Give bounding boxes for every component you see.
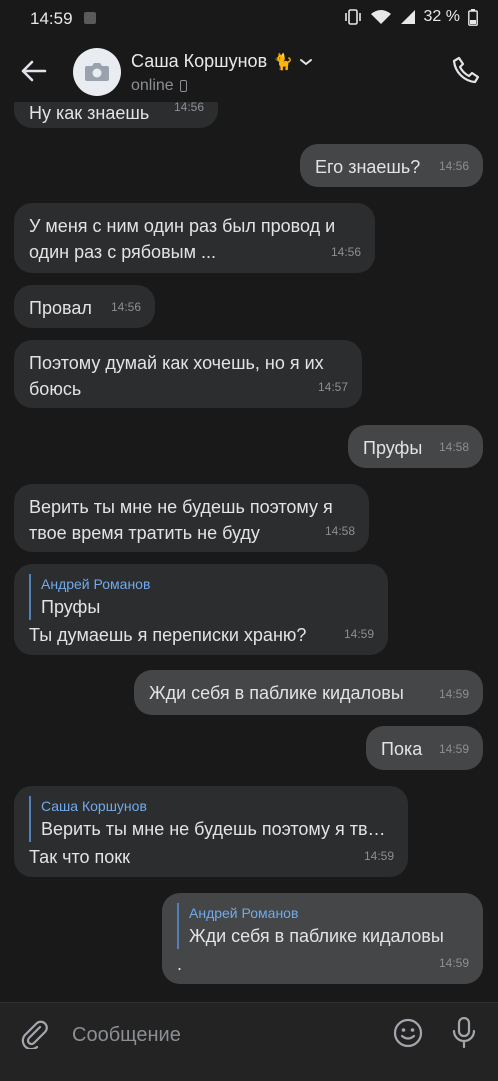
reply-quote[interactable]: Андрей Романов Жди себя в паблике кидало… (177, 903, 469, 949)
contact-name: Саша Коршунов (131, 51, 268, 71)
message-time: 14:58 (324, 524, 355, 538)
message-incoming-reply[interactable]: Андрей Романов Пруфы Ты думаешь я перепи… (14, 564, 388, 655)
message-time: 14:59 (363, 849, 394, 863)
message-outgoing-reply[interactable]: Андрей Романов Жди себя в паблике кидало… (162, 893, 483, 984)
notification-icon (84, 12, 96, 24)
camera-icon (85, 63, 109, 81)
microphone-icon[interactable] (451, 1017, 477, 1049)
message-time: 14:59 (343, 627, 374, 641)
message-incoming-reply[interactable]: Саша Коршунов Верить ты мне не будешь по… (14, 786, 408, 877)
message-incoming[interactable]: Поэтому думай как хочешь, но я их боюсь … (14, 340, 362, 408)
message-text: У меня с ним один раз был провод и один … (29, 216, 336, 262)
attach-icon[interactable] (20, 1019, 50, 1049)
contact-emoji: 🐈 (273, 53, 294, 71)
phone-call-icon[interactable] (452, 56, 480, 84)
message-time: 14:56 (330, 245, 361, 259)
battery-percent: 32 % (423, 8, 460, 25)
battery-icon (468, 8, 478, 26)
chevron-down-icon[interactable] (299, 57, 313, 67)
status-bar: 14:59 32 % (0, 0, 498, 36)
message-text: Поэтому думай как хочешь, но я их боюсь (29, 353, 324, 399)
message-time: 14:57 (317, 380, 348, 394)
message-outgoing[interactable]: Его знаешь? 14:56 (300, 144, 483, 187)
status-text: online (131, 77, 174, 94)
chat-header: Саша Коршунов 🐈 online (0, 36, 498, 102)
message-time: 14:59 (438, 742, 469, 756)
message-text: Верить ты мне не будешь поэтому я твое в… (29, 497, 333, 543)
message-composer (0, 1002, 498, 1081)
wifi-icon (370, 10, 391, 24)
mobile-icon (179, 80, 187, 92)
message-text: Так что покк (29, 847, 131, 867)
status-time: 14:59 (30, 9, 73, 28)
message-text: Жди себя в паблике кидаловы (149, 683, 404, 703)
message-time: 14:58 (438, 440, 469, 454)
reply-quote[interactable]: Андрей Романов Пруфы (29, 574, 374, 620)
emoji-icon[interactable] (393, 1018, 423, 1048)
message-incoming[interactable]: Верить ты мне не будешь поэтому я твое в… (14, 484, 369, 552)
reply-text: Жди себя в паблике кидаловы (189, 926, 444, 946)
reply-quote[interactable]: Саша Коршунов Верить ты мне не будешь по… (29, 796, 394, 842)
message-time: 14:59 (438, 956, 469, 970)
signal-icon (400, 10, 415, 24)
avatar[interactable] (73, 48, 121, 96)
vibrate-icon (344, 9, 361, 25)
message-incoming[interactable]: У меня с ним один раз был провод и один … (14, 203, 375, 273)
reply-author: Андрей Романов (41, 576, 151, 592)
message-outgoing[interactable]: Жди себя в паблике кидаловы 14:59 (134, 670, 483, 715)
contact-status: online (131, 77, 187, 95)
contact-name-row[interactable]: Саша Коршунов 🐈 (131, 51, 313, 72)
reply-author: Саша Коршунов (41, 798, 147, 814)
reply-text: Верить ты мне не будешь поэтому я тв… (41, 819, 386, 839)
back-arrow-icon[interactable] (18, 56, 48, 86)
message-text: . (177, 954, 183, 974)
message-input[interactable] (70, 1019, 374, 1051)
message-time: 14:56 (438, 159, 469, 173)
reply-author: Андрей Романов (189, 905, 299, 921)
message-text: Ты думаешь я переписки храню? (29, 625, 307, 645)
message-outgoing[interactable]: Пруфы 14:58 (348, 425, 483, 468)
reply-text: Пруфы (41, 597, 101, 617)
message-time: 14:56 (110, 300, 141, 314)
message-incoming[interactable]: Провал 14:56 (14, 285, 155, 328)
message-outgoing[interactable]: Пока 14:59 (366, 726, 483, 770)
message-time: 14:59 (438, 687, 469, 701)
